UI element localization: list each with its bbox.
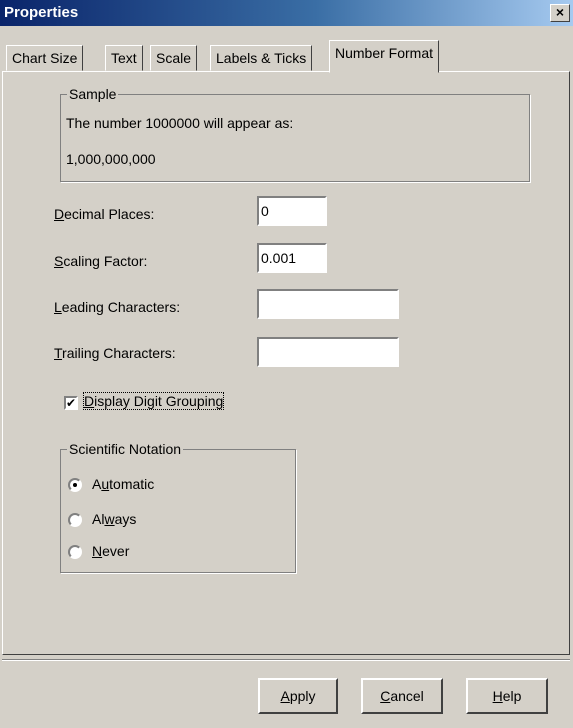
number-format-panel: Sample The number 1000000 will appear as… xyxy=(2,71,570,655)
radio-never-label[interactable]: Never xyxy=(92,543,129,559)
scaling-factor-label: Scaling Factor: xyxy=(54,253,148,269)
apply-button[interactable]: Apply xyxy=(258,678,338,714)
radio-always[interactable] xyxy=(68,513,82,527)
radio-always-label[interactable]: Always xyxy=(92,511,136,527)
radio-selected-dot xyxy=(73,483,77,487)
tab-number-format[interactable]: Number Format xyxy=(329,40,440,73)
cancel-button[interactable]: Cancel xyxy=(361,678,443,714)
sample-description: The number 1000000 will appear as: xyxy=(66,115,294,131)
checkmark-icon: ✔ xyxy=(66,396,77,410)
tab-labels-ticks[interactable]: Labels & Ticks xyxy=(210,45,313,71)
tab-scale[interactable]: Scale xyxy=(150,45,198,71)
leading-characters-input[interactable] xyxy=(257,289,399,319)
tab-text[interactable]: Text xyxy=(105,45,143,71)
close-icon: × xyxy=(555,4,565,20)
help-button[interactable]: Help xyxy=(466,678,548,714)
window-title: Properties xyxy=(4,4,79,21)
footer-separator xyxy=(2,659,570,661)
radio-automatic[interactable] xyxy=(68,478,82,492)
digit-grouping-label[interactable]: Display Digit Grouping xyxy=(82,392,225,410)
radio-never[interactable] xyxy=(68,545,82,559)
sample-value: 1,000,000,000 xyxy=(66,151,156,167)
sample-legend: Sample xyxy=(67,86,119,102)
decimal-places-label: Decimal Places: xyxy=(54,206,155,222)
scaling-factor-input[interactable]: 0.001 xyxy=(257,243,327,273)
leading-characters-label: Leading Characters: xyxy=(54,299,181,315)
title-bar: Properties × xyxy=(0,0,573,26)
tab-chart-size[interactable]: Chart Size xyxy=(6,45,84,71)
decimal-places-input[interactable]: 0 xyxy=(257,196,327,226)
radio-automatic-label[interactable]: Automatic xyxy=(92,476,154,492)
trailing-characters-input[interactable] xyxy=(257,337,399,367)
scientific-notation-group: Scientific Notation Automatic Always Nev… xyxy=(60,441,296,573)
close-button[interactable]: × xyxy=(550,4,570,22)
digit-grouping-checkbox[interactable]: ✔ xyxy=(64,396,78,410)
trailing-characters-label: Trailing Characters: xyxy=(54,345,176,361)
scientific-notation-legend: Scientific Notation xyxy=(67,441,184,457)
sample-group: Sample The number 1000000 will appear as… xyxy=(60,86,530,182)
